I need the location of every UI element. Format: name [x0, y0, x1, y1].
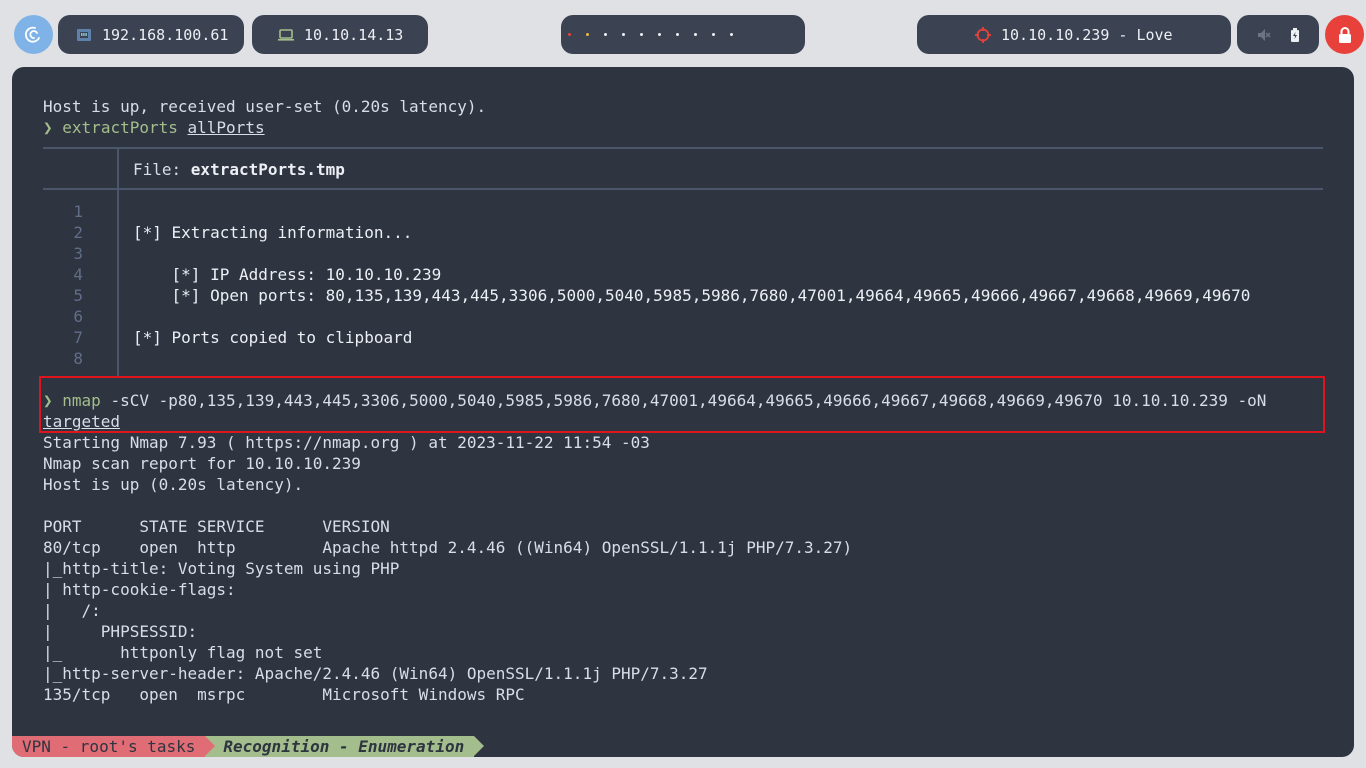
line-number: 2: [73, 223, 83, 242]
window-name: Recognition - Enumeration: [223, 737, 465, 756]
line-number: 5: [73, 286, 83, 305]
target-label: 10.10.10.239 - Love: [1001, 25, 1173, 44]
line-number: 3: [73, 244, 83, 263]
workspace-dot[interactable]: [712, 33, 715, 36]
file-gutter-divider: [117, 190, 119, 376]
workspace-dot[interactable]: [622, 33, 625, 36]
powerline-separator: [205, 736, 216, 756]
workspace-dot[interactable]: [694, 33, 697, 36]
file-header: File: extractPorts.tmp: [133, 159, 345, 180]
nmap-output-line: Nmap scan report for 10.10.10.239: [43, 454, 361, 473]
prompt-symbol: ❯: [43, 118, 53, 137]
file-content-line: [*] IP Address: 10.10.10.239: [133, 265, 442, 284]
tun-ip-label: 10.10.14.13: [304, 25, 404, 44]
line-number: 8: [73, 349, 83, 368]
line-number: 1: [73, 202, 83, 221]
workspace-dot[interactable]: [640, 33, 643, 36]
nmap-output-line: | /:: [43, 601, 101, 620]
launcher-button[interactable]: [14, 15, 53, 54]
vpn-ip-widget[interactable]: 192.168.100.61: [58, 15, 244, 54]
workspace-dot[interactable]: [604, 33, 607, 36]
line-number: 7: [73, 328, 83, 347]
nmap-output-line: | http-cookie-flags:: [43, 580, 236, 599]
workspace-dot[interactable]: [676, 33, 679, 36]
nmap-output-line: |_ httponly flag not set: [43, 643, 323, 662]
file-gutter-divider: [117, 149, 119, 189]
tun-ip-widget[interactable]: 10.10.14.13: [252, 15, 428, 54]
file-header-divider: [43, 147, 1323, 149]
nmap-output-line: |_http-server-header: Apache/2.4.46 (Win…: [43, 664, 708, 683]
nmap-output-line: | PHPSESSID:: [43, 622, 198, 641]
laptop-icon: [278, 28, 294, 41]
workspace-dot[interactable]: [658, 33, 661, 36]
nmap-output-line: Starting Nmap 7.93 ( https://nmap.org ) …: [43, 433, 650, 452]
target-icon: [975, 26, 991, 43]
lock-button[interactable]: [1325, 15, 1364, 54]
nmap-output-line: PORT STATE SERVICE VERSION: [43, 517, 390, 536]
target-widget[interactable]: 10.10.10.239 - Love: [917, 15, 1231, 54]
window-segment[interactable]: Recognition - Enumeration: [205, 736, 485, 757]
file-content-line: [*] Open ports: 80,135,139,443,445,3306,…: [133, 286, 1251, 305]
line-number: 4: [73, 265, 83, 284]
file-label: File:: [133, 160, 191, 179]
workspace-dot[interactable]: [568, 33, 571, 36]
battery-icon[interactable]: [1290, 27, 1300, 42]
line-number: 6: [73, 307, 83, 326]
file-header-divider: [43, 188, 1323, 190]
prompt-line-1: ❯ extractPorts allPorts: [43, 117, 265, 138]
command-argument: allPorts: [187, 118, 265, 137]
lock-icon: [1338, 26, 1351, 43]
terminal-output-line: Host is up, received user-set (0.20s lat…: [43, 97, 487, 116]
command-name: extractPorts: [62, 118, 178, 137]
nmap-output-line: 80/tcp open http Apache httpd 2.4.46 ((W…: [43, 538, 853, 557]
nmap-output-line: 135/tcp open msrpc Microsoft Windows RPC: [43, 685, 525, 704]
session-segment[interactable]: VPN - root's tasks: [12, 736, 216, 757]
workspace-dot[interactable]: [586, 33, 589, 36]
system-tray: [1237, 15, 1319, 54]
mute-icon[interactable]: [1257, 28, 1271, 42]
tmux-status-bar: VPN - root's tasks Recognition - Enumera…: [12, 736, 485, 757]
vpn-ip-label: 192.168.100.61: [102, 25, 229, 44]
debian-swirl-icon: [24, 26, 40, 42]
nmap-output-line: Host is up (0.20s latency).: [43, 475, 304, 494]
command-highlight-box: [39, 376, 1325, 433]
file-content-line: [*] Extracting information...: [133, 223, 413, 242]
terminal-window[interactable]: Host is up, received user-set (0.20s lat…: [12, 67, 1354, 757]
powerline-separator: [474, 736, 485, 756]
file-name: extractPorts.tmp: [190, 160, 345, 179]
workspace-switcher[interactable]: [561, 15, 805, 54]
session-name: VPN - root's tasks: [22, 737, 196, 756]
workspace-dot[interactable]: [730, 33, 733, 36]
file-content-line: [*] Ports copied to clipboard: [133, 328, 413, 347]
nmap-output-line: |_http-title: Voting System using PHP: [43, 559, 400, 578]
ethernet-icon: [77, 28, 91, 41]
